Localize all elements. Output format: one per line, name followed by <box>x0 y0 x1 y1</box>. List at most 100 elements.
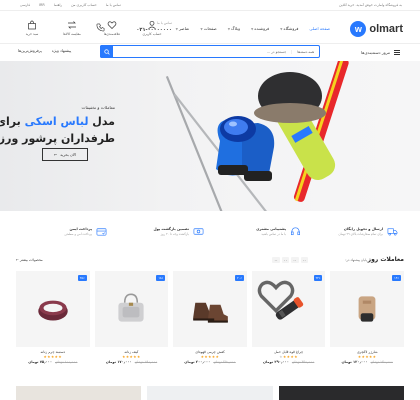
view-more-label: محصولات بیشتر <box>19 258 43 262</box>
shop-now-button[interactable]: الان بخرید ← <box>42 148 88 161</box>
feature-desc: پرداخت امن و مطمئن <box>64 231 93 236</box>
nav-shop[interactable]: فروشگاه▼ <box>280 26 298 31</box>
search-icon <box>103 48 110 55</box>
hero-banner: معاملات و تخفیفات مدل لباس اسکی برای طرف… <box>0 61 420 211</box>
language-select[interactable]: فارسی <box>20 3 30 7</box>
product-price: ۲۵۰٫۰۰۰ تومان۲۰۰٫۰۰۰ تومان <box>173 360 247 364</box>
product-image[interactable]: ۱۴٪ <box>330 271 404 347</box>
product-price: ۳۵۰٫۰۰۰ تومان۲۹۰٫۰۰۰ تومان <box>252 360 326 364</box>
logo-mark: w <box>350 21 367 37</box>
top-link-contact[interactable]: تماس با ما <box>106 3 121 7</box>
banner-dark[interactable] <box>278 386 404 400</box>
money-back-icon <box>193 227 204 235</box>
truck-icon <box>387 227 398 235</box>
main-nav: صفحه اصلی فروشگاه▼ فروشنده▼ وبلاگ▼ صفحات… <box>176 26 330 31</box>
user-icon <box>148 20 156 30</box>
browse-categories-button[interactable]: مرور دسته‌بندی‌ها <box>322 45 404 59</box>
shoes-icon <box>193 302 228 323</box>
discount-badge: ۲۰٪ <box>234 275 244 281</box>
product-price: ۱۹۰٫۰۰۰ تومان۱۷۰٫۰۰۰ تومان <box>95 360 169 364</box>
product-name[interactable]: چراغ قوه قابل حمل <box>252 350 326 354</box>
product-card[interactable]: ۱۴٪ شارژر لاکچری ★★★★★ ۱۴۰٫۰۰۰ تومان۱۲۰٫… <box>330 271 404 373</box>
cart-label: سبد خرید <box>25 32 39 36</box>
old-price: ۱۴۰٫۰۰۰ تومان <box>370 360 393 364</box>
product-name[interactable]: کفش چرمی قهوه‌ای <box>173 350 247 354</box>
compare-link[interactable]: مقایسه کالاها <box>58 20 86 36</box>
link-best-sellers[interactable]: پرفروش‌ترین‌ها <box>18 48 42 53</box>
product-name[interactable]: شارژر لاکچری <box>330 350 404 354</box>
wishlist-link[interactable]: علاقه‌مندی‌ها <box>98 20 126 36</box>
feature-money-back: تضمین بازگشت پول بازگشت وجه تا ۳۰ روز <box>113 221 210 241</box>
nav-elements-label: عناصر <box>178 26 190 31</box>
account-link[interactable]: حساب کاربری <box>138 20 166 36</box>
hero-title-part1: مدل <box>88 115 115 128</box>
browse-categories-label: مرور دسته‌بندی‌ها <box>361 49 390 55</box>
timer-seconds: ۰۰ <box>300 257 308 263</box>
handbag-icon <box>118 293 145 322</box>
nav-home[interactable]: صفحه اصلی <box>309 26 330 31</box>
feature-free-shipping-text: ارسال و تحویل رایگان برای تمام سفارشات ب… <box>338 227 383 236</box>
support-icon <box>291 227 300 235</box>
discount-badge: ۲۴٪ <box>313 275 323 281</box>
arrow-left-icon: ← <box>53 152 58 157</box>
product-image[interactable]: ۲۴٪ <box>251 271 326 347</box>
link-special-offer[interactable]: پیشنهاد ویژه <box>52 48 72 53</box>
top-link-help[interactable]: راهنما <box>54 3 62 7</box>
chevron-down-icon: ▼ <box>227 27 231 31</box>
feature-desc: برای تمام سفارشات بالای ۹۹ تومان <box>338 231 383 236</box>
cart-link[interactable]: سبد خرید <box>18 20 46 36</box>
banner-beige[interactable] <box>16 386 142 400</box>
discount-badge: ۲۵٪ <box>77 275 87 281</box>
currency-select[interactable]: IRR <box>39 3 45 7</box>
old-price: ۳۵۰٫۰۰۰ تومان <box>291 360 315 364</box>
deals-header: معاملات روز پایان پیشنهاد در: ۰۰ ۰۰ ۰۰ ۰… <box>16 256 404 268</box>
product-image[interactable]: ۲۰٪ <box>173 271 247 347</box>
product-price: ۱۴۰٫۰۰۰ تومان۱۲۰٫۰۰۰ تومان <box>330 360 404 364</box>
product-card[interactable]: ۲۴٪ چراغ قوه قابل حمل ★★★★★ ۳۵۰٫۰۰۰ توما… <box>251 271 326 373</box>
feature-title: پرداخت ایمن <box>69 226 92 231</box>
search-input[interactable] <box>101 46 292 57</box>
search-row: مرور دسته‌بندی‌ها همه دسته‌ها پیشنهاد وی… <box>0 44 420 61</box>
nav-blog[interactable]: وبلاگ▼ <box>228 26 240 31</box>
logo[interactable]: w olmart <box>350 21 403 37</box>
search-button[interactable] <box>100 45 113 58</box>
rating-stars: ★★★★★ <box>122 355 141 359</box>
feature-desc: بازگشت وجه تا ۳۰ روز <box>160 231 189 236</box>
nav-elements[interactable]: عناصر▼ <box>176 26 190 31</box>
view-more-products-link[interactable]: محصولات بیشتر ← <box>16 258 43 262</box>
secure-payment-icon <box>96 227 107 235</box>
header: w olmart صفحه اصلی فروشگاه▼ فروشنده▼ وبل… <box>0 11 420 44</box>
top-link-account[interactable]: حساب کاربری من <box>71 3 97 7</box>
logo-text: olmart <box>369 23 403 35</box>
heart-icon <box>107 21 117 29</box>
nav-vendor[interactable]: فروشنده▼ <box>251 26 269 31</box>
search-category-select[interactable]: همه دسته‌ها <box>291 49 319 54</box>
product-name[interactable]: دستبند چرم زنانه <box>16 350 90 354</box>
nav-pages[interactable]: صفحات▼ <box>200 26 216 31</box>
product-image[interactable]: ۱۸٪ <box>94 271 169 347</box>
deals-ends-label: پایان پیشنهاد در: <box>345 258 367 262</box>
discount-badge: ۱۸٪ <box>156 275 166 281</box>
product-card[interactable]: ۲۰٪ کفش چرمی قهوه‌ای ★★★★★ ۲۵۰٫۰۰۰ تومان… <box>173 271 247 373</box>
product-price: ۱۰۰٫۰۰۰ تومان۷۵٫۰۰۰ تومان <box>16 360 90 364</box>
arrow-left-icon: ← <box>16 258 19 262</box>
new-price: ۲۹۰٫۰۰۰ تومان <box>262 360 289 364</box>
heart-icon[interactable] <box>255 275 297 317</box>
new-price: ۷۵٫۰۰۰ تومان <box>28 360 53 364</box>
banner-light[interactable] <box>147 386 273 400</box>
product-card[interactable]: ۱۸٪ کیف زنانه ★★★★★ ۱۹۰٫۰۰۰ تومان۱۷۰٫۰۰۰… <box>94 271 169 373</box>
bottom-banners <box>16 386 404 400</box>
nav-pages-label: صفحات <box>203 26 217 31</box>
nav-blog-label: وبلاگ <box>231 26 241 31</box>
rating-stars: ★★★★★ <box>43 355 63 359</box>
bag-icon <box>28 20 36 30</box>
product-image[interactable]: ۲۵٪ <box>16 271 90 347</box>
product-card[interactable]: ۲۵٪ دستبند چرم زنانه ★★★★★ ۱۰۰٫۰۰۰ تومان… <box>16 271 90 373</box>
features-strip: ارسال و تحویل رایگان برای تمام سفارشات ب… <box>16 221 404 241</box>
search-side-links: پیشنهاد ویژه پرفروش‌ترین‌ها <box>18 48 71 53</box>
header-icons: حساب کاربری علاقه‌مندی‌ها مقایسه کالاها … <box>18 20 166 36</box>
feature-title: ارسال و تحویل رایگان <box>343 226 383 231</box>
feature-desc: با ما در تماس باشید <box>261 231 286 236</box>
product-name[interactable]: کیف زنانه <box>95 350 169 354</box>
new-price: ۱۷۰٫۰۰۰ تومان <box>105 360 132 364</box>
